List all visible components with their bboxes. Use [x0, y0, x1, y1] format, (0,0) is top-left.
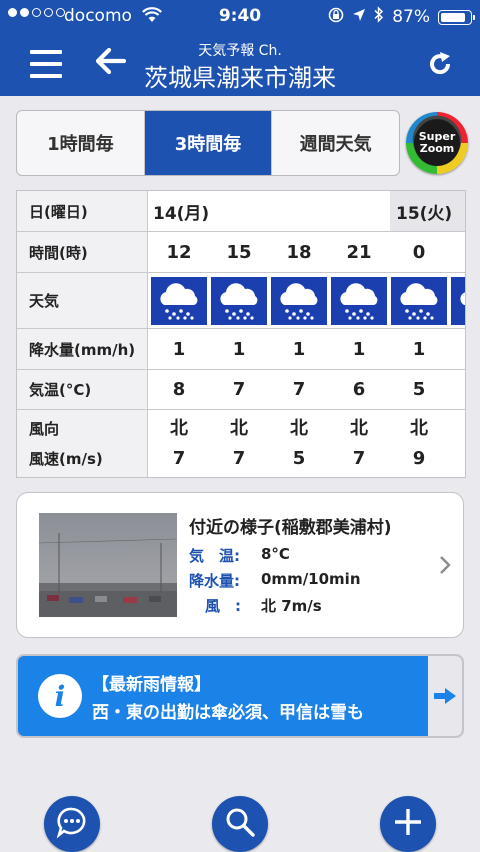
nearby-title: 付近の様子(稲敷郡美浦村) — [189, 518, 392, 538]
precip-cell: 1 — [412, 338, 426, 360]
status-bar: docomo 9:40 87% — [0, 0, 480, 34]
row-label-weather: 天気 — [17, 273, 148, 328]
row-temp: 気温(°C) 8 7 7 6 5 — [17, 369, 465, 409]
precip-cell: 1 — [292, 338, 306, 360]
menu-icon[interactable] — [30, 50, 62, 78]
page-title: 茨城県潮来市潮来 — [144, 64, 336, 92]
row-label-wind-speed: 風速(m/s) — [29, 449, 103, 468]
wind-speed: 5 — [292, 447, 306, 469]
plus-icon — [391, 805, 425, 843]
rain-cloud-icon — [331, 277, 387, 325]
rain-cloud-icon — [211, 277, 267, 325]
row-label-wind-dir: 風向 — [29, 419, 60, 438]
wind-speed: 7 — [352, 447, 366, 469]
row-wind: 風向 風速(m/s) 北7 北7 北5 北7 北9 — [17, 409, 465, 477]
temp-cell: 8 — [172, 379, 186, 400]
search-button[interactable] — [212, 796, 268, 852]
wind-direction: 北 — [350, 417, 368, 439]
row-label-time: 時間(時) — [17, 232, 148, 272]
info-icon: i — [38, 674, 82, 718]
search-icon — [223, 805, 257, 843]
row-precip: 降水量(mm/h) 1 1 1 1 1 — [17, 328, 465, 369]
hour-cell: 21 — [346, 241, 372, 263]
wind-direction: 北 — [230, 417, 248, 439]
hour-cell: 12 — [166, 241, 192, 263]
location-icon — [352, 7, 366, 27]
hour-cell: 15 — [226, 241, 252, 263]
hour-cell: 18 — [286, 241, 312, 263]
header-subtitle: 天気予報 Ch. — [198, 43, 282, 59]
temp-cell: 7 — [292, 379, 306, 400]
wind-speed: 9 — [412, 447, 426, 469]
interval-tabs: 1時間毎 3時間毎 週間天気 — [16, 110, 400, 176]
nearby-wind-label: 風 : — [205, 597, 241, 615]
battery-icon — [438, 9, 475, 25]
day-label: 15(火) — [390, 191, 465, 231]
rain-info-banner[interactable]: i 【最新雨情報】 西・東の出勤は傘必須、甲信は雪も — [16, 654, 464, 738]
temp-cell: 5 — [412, 379, 426, 400]
wind-cell: 北7 — [329, 410, 389, 477]
chevron-right-icon — [439, 555, 451, 579]
add-button[interactable] — [380, 796, 436, 852]
wind-cell: 北9 — [389, 410, 449, 477]
nearby-precip-value: 0mm/10min — [261, 570, 361, 588]
nearby-conditions-card[interactable]: 付近の様子(稲敷郡美浦村) 気 温: 8°C 降水量: 0mm/10min 風 … — [16, 492, 464, 638]
rain-info-text: 西・東の出勤は傘必須、甲信は雪も — [92, 703, 364, 723]
wind-direction: 北 — [410, 417, 428, 439]
row-label-day: 日(曜日) — [17, 191, 148, 231]
nearby-wind-value: 北 7m/s — [261, 597, 322, 615]
bluetooth-icon — [374, 6, 384, 28]
row-day: 日(曜日) 14(月) 15(火) — [17, 191, 465, 231]
wind-cell: 北7 — [209, 410, 269, 477]
wind-cell: 北7 — [149, 410, 209, 477]
rain-cloud-icon — [391, 277, 447, 325]
nearby-precip-label: 降水量: — [189, 572, 240, 590]
temp-cell: 7 — [232, 379, 246, 400]
forecast-table[interactable]: 日(曜日) 14(月) 15(火) 時間(時) 12 15 18 21 0 天気… — [16, 190, 466, 478]
row-label-temp: 気温(°C) — [17, 370, 148, 409]
tab-weekly[interactable]: 週間天気 — [272, 111, 399, 175]
precip-cell: 1 — [352, 338, 366, 360]
wind-speed: 7 — [232, 447, 246, 469]
chat-button[interactable] — [44, 796, 100, 852]
super-zoom-button[interactable]: Super Zoom — [406, 112, 468, 174]
row-weather: 天気 — [17, 272, 465, 328]
wind-direction: 北 — [290, 417, 308, 439]
wind-direction: 北 — [170, 417, 188, 439]
nearby-temp-value: 8°C — [261, 545, 290, 563]
battery-percent: 87% — [392, 7, 430, 27]
row-time: 時間(時) 12 15 18 21 0 — [17, 231, 465, 272]
chat-bubble-icon — [55, 805, 89, 843]
day-label: 14(月) — [153, 203, 210, 224]
back-arrow-icon[interactable] — [94, 46, 127, 80]
super-zoom-label-2: Zoom — [419, 142, 455, 155]
temp-cell: 6 — [352, 379, 366, 400]
wind-cell: 北5 — [269, 410, 329, 477]
nearby-temp-label: 気 温: — [189, 547, 240, 565]
rain-info-headline: 【最新雨情報】 — [92, 675, 211, 695]
hour-cell: 0 — [412, 241, 426, 263]
wind-speed: 7 — [172, 447, 186, 469]
rain-cloud-icon — [271, 277, 327, 325]
refresh-icon[interactable] — [426, 50, 454, 82]
rotation-lock-icon — [328, 7, 344, 28]
row-label-wind: 風向 風速(m/s) — [17, 410, 148, 477]
tab-three-hour[interactable]: 3時間毎 — [144, 111, 273, 175]
row-label-precip: 降水量(mm/h) — [17, 329, 148, 369]
tab-hourly[interactable]: 1時間毎 — [17, 111, 145, 175]
arrow-right-icon[interactable] — [428, 656, 462, 736]
precip-cell: 1 — [232, 338, 246, 360]
rain-cloud-icon — [451, 277, 465, 325]
precip-cell: 1 — [172, 338, 186, 360]
rain-cloud-icon — [151, 277, 207, 325]
live-camera-photo — [39, 513, 177, 617]
app-header: 天気予報 Ch. 茨城県潮来市潮来 — [0, 34, 480, 96]
